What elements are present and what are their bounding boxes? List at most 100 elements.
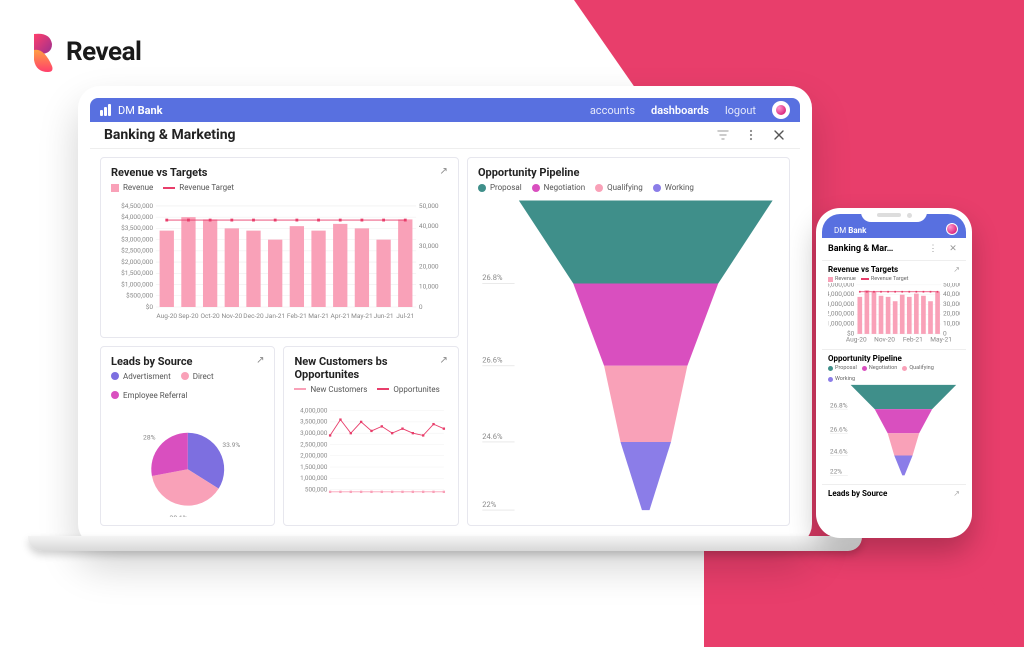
expand-icon[interactable]: ↗ (953, 265, 960, 274)
svg-text:500,000: 500,000 (305, 485, 328, 493)
svg-text:40,000: 40,000 (419, 222, 439, 230)
svg-text:4,000,000: 4,000,000 (301, 406, 329, 414)
svg-text:May-21: May-21 (930, 335, 952, 343)
legend-item: Qualifying (607, 183, 643, 192)
svg-text:$1,500,000: $1,500,000 (121, 270, 153, 278)
close-icon[interactable] (772, 128, 786, 142)
svg-text:$3,000,000: $3,000,000 (121, 236, 153, 244)
legend-revenue: Revenue Revenue Target (111, 183, 448, 192)
phone-notch (861, 208, 927, 222)
legend-newcust: New Customers Opportunites (294, 385, 447, 394)
svg-text:24.6%: 24.6% (830, 448, 848, 456)
phone-page-titlebar: Banking & Mar… ⋮ ✕ (822, 238, 966, 260)
svg-text:$500,000: $500,000 (126, 292, 153, 300)
svg-text:Apr-21: Apr-21 (331, 313, 350, 321)
app-window: DM Bank accounts dashboards logout Banki… (90, 98, 800, 534)
svg-text:0: 0 (419, 303, 423, 311)
svg-text:$4,000,000: $4,000,000 (121, 213, 153, 221)
nav-logout[interactable]: logout (725, 104, 756, 117)
svg-text:24.6%: 24.6% (482, 432, 503, 441)
app-logo-icon (100, 104, 112, 116)
chart-funnel: 26.8%26.6%24.6%22% (478, 194, 779, 517)
chart-pie: 33.9%38.1%28% (111, 402, 264, 517)
bottom-left-pair: ↗ Leads by Source Advertisment Direct Em… (100, 346, 459, 526)
legend-item: Working (665, 183, 694, 192)
phone-card-revenue: ↗ Revenue vs Targets Revenue Revenue Tar… (822, 260, 966, 349)
close-icon[interactable]: ✕ (946, 242, 960, 256)
window-titlebar: DM Bank accounts dashboards logout (90, 98, 800, 122)
app-name-light: DM (118, 104, 135, 117)
svg-text:10,000: 10,000 (943, 320, 960, 328)
legend-item: Proposal (490, 183, 522, 192)
svg-text:2,500,000: 2,500,000 (301, 440, 329, 448)
svg-text:40,000: 40,000 (943, 290, 960, 298)
card-funnel: Opportunity Pipeline Proposal Negotiatio… (467, 157, 790, 526)
svg-text:Jun-21: Jun-21 (374, 313, 394, 321)
svg-text:10,000: 10,000 (419, 283, 439, 291)
svg-text:Aug-20: Aug-20 (846, 335, 867, 343)
card-leads: ↗ Leads by Source Advertisment Direct Em… (100, 346, 275, 526)
svg-text:Jan-21: Jan-21 (265, 313, 285, 321)
svg-text:26.8%: 26.8% (482, 274, 503, 283)
legend-item: Opportunites (393, 385, 439, 394)
legend-item: New Customers (310, 385, 367, 394)
card-leads-title: Leads by Source (111, 355, 264, 368)
svg-text:22%: 22% (830, 468, 842, 476)
legend-item: Advertisment (123, 372, 171, 381)
legend-item: Direct (193, 372, 214, 381)
expand-icon[interactable]: ↗ (256, 355, 264, 366)
chart-revenue-mobile: $5,000,000$4,000,000$3,000,000$2,000,000… (828, 283, 960, 343)
more-icon[interactable]: ⋮ (926, 242, 940, 256)
svg-text:$4,000,000: $4,000,000 (828, 290, 855, 298)
svg-text:Feb-21: Feb-21 (287, 313, 307, 321)
svg-text:26.8%: 26.8% (830, 402, 848, 410)
svg-text:Oct-20: Oct-20 (201, 313, 221, 321)
chart-funnel-mobile: 26.8%26.6%24.6%22% (828, 383, 960, 477)
card-newcust-title: New Customers bs Opportunites (294, 355, 447, 381)
svg-text:Sep-20: Sep-20 (178, 313, 199, 321)
app-name-bold: Bank (138, 104, 163, 117)
phone-card-funnel: Opportunity Pipeline Proposal Negotiatio… (822, 349, 966, 483)
card-title: Opportunity Pipeline (828, 354, 960, 363)
page-titlebar: Banking & Marketing (90, 122, 800, 149)
svg-text:30,000: 30,000 (943, 300, 960, 308)
legend-item: Revenue Target (179, 183, 234, 192)
svg-text:Mar-21: Mar-21 (308, 313, 329, 321)
svg-text:$4,500,000: $4,500,000 (121, 202, 153, 210)
app-name: DM Bank (118, 104, 163, 117)
svg-text:38.1%: 38.1% (170, 514, 188, 517)
svg-text:May-21: May-21 (351, 313, 373, 321)
legend-funnel: Proposal Negotiation Qualifying Working (478, 183, 779, 192)
brand-name: Reveal (66, 37, 141, 67)
phone-page-title: Banking & Mar… (828, 244, 920, 254)
page-title: Banking & Marketing (104, 127, 236, 143)
svg-text:Aug-20: Aug-20 (156, 313, 177, 321)
svg-text:$2,000,000: $2,000,000 (121, 258, 153, 266)
legend-item: Revenue (123, 183, 153, 192)
svg-text:3,000,000: 3,000,000 (301, 429, 329, 437)
avatar[interactable] (946, 223, 958, 235)
expand-icon[interactable]: ↗ (440, 355, 448, 366)
legend: Proposal Negotiation Qualifying Working (828, 365, 960, 382)
svg-text:26.6%: 26.6% (482, 356, 503, 365)
svg-text:Nov-20: Nov-20 (221, 313, 242, 321)
avatar[interactable] (772, 101, 790, 119)
svg-text:$2,000,000: $2,000,000 (828, 310, 855, 318)
card-newcust: ↗ New Customers bs Opportunites New Cust… (283, 346, 458, 526)
filter-icon[interactable] (716, 128, 730, 142)
svg-text:$3,500,000: $3,500,000 (121, 225, 153, 233)
svg-text:2,000,000: 2,000,000 (301, 451, 329, 459)
card-title: Leads by Source (828, 489, 960, 498)
svg-text:3,500,000: 3,500,000 (301, 417, 329, 425)
phone-frame: DM Bank Banking & Mar… ⋮ ✕ ↗ Revenue vs … (816, 208, 972, 538)
laptop-frame: DM Bank accounts dashboards logout Banki… (78, 86, 812, 546)
svg-text:20,000: 20,000 (943, 310, 960, 318)
expand-icon[interactable]: ↗ (953, 489, 960, 498)
brand-logo: Reveal (28, 32, 141, 72)
card-revenue: ↗ Revenue vs Targets Revenue Revenue Tar… (100, 157, 459, 337)
nav-dashboards[interactable]: dashboards (651, 104, 709, 117)
expand-icon[interactable]: ↗ (440, 166, 448, 177)
dashboard-grid: ↗ Revenue vs Targets Revenue Revenue Tar… (90, 149, 800, 534)
more-icon[interactable] (744, 128, 758, 142)
nav-accounts[interactable]: accounts (590, 104, 635, 117)
